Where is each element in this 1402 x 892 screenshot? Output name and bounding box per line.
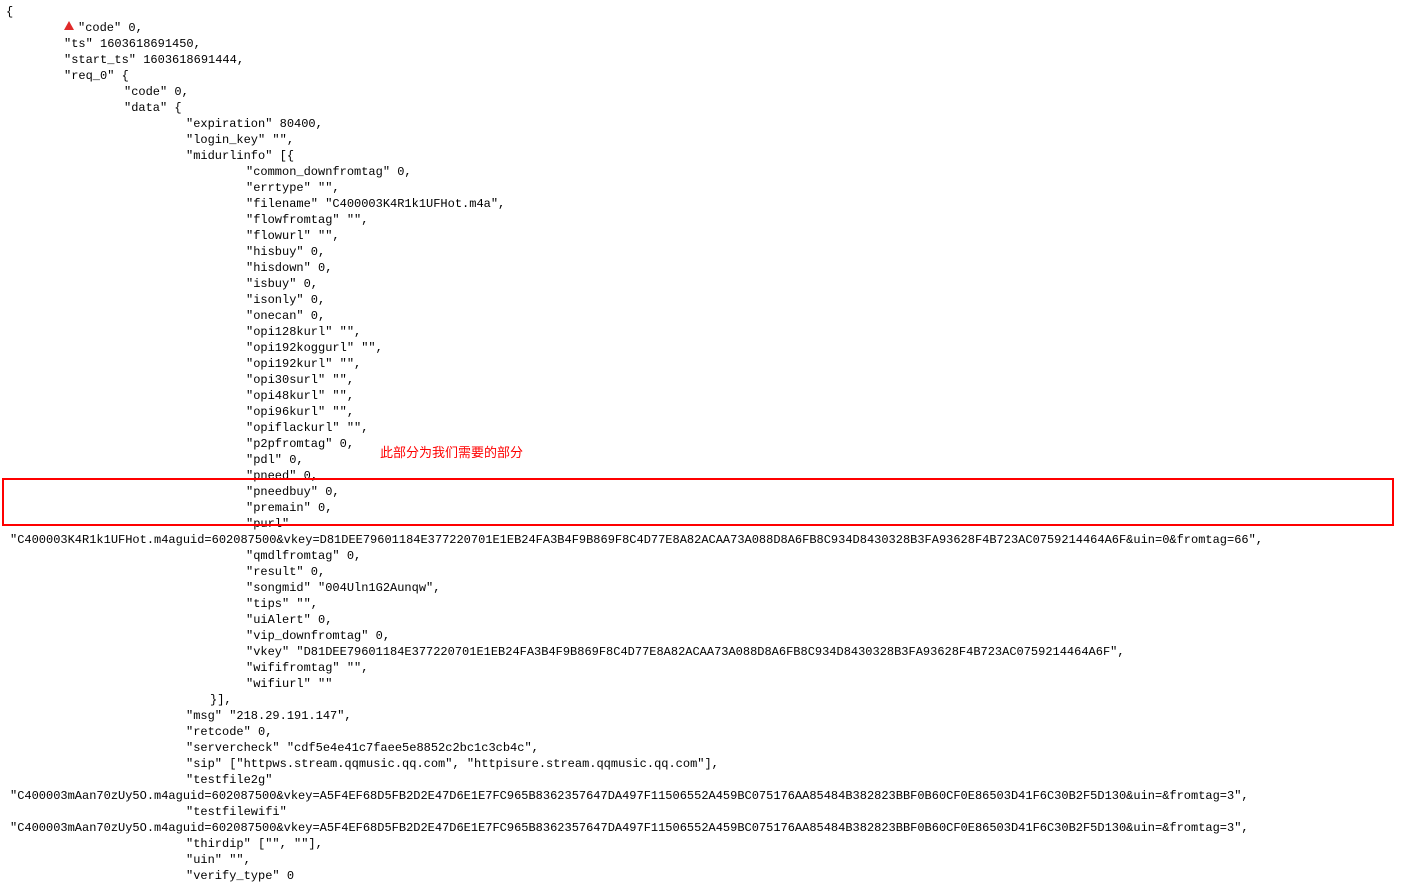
code-line: "isbuy" 0, xyxy=(6,276,1402,292)
code-line: "opi48kurl" "", xyxy=(6,388,1402,404)
code-line: "wifiurl" "" xyxy=(6,676,1402,692)
code-line: "uin" "", xyxy=(6,852,1402,868)
code-line: "vkey" "D81DEE79601184E377220701E1EB24FA… xyxy=(6,644,1402,660)
code-line: "pdl" 0, xyxy=(6,452,1402,468)
code-line: "pneed" 0, xyxy=(6,468,1402,484)
code-line-purl-value: "C400003K4R1k1UFHot.m4aguid=602087500&vk… xyxy=(6,532,1402,548)
code-line: "login_key" "", xyxy=(6,132,1402,148)
code-line: "msg" "218.29.191.147", xyxy=(6,708,1402,724)
annotation-text: 此部分为我们需要的部分 xyxy=(380,445,523,461)
code-line: "C400003mAan70zUy5O.m4aguid=602087500&vk… xyxy=(6,788,1402,804)
code-line: "isonly" 0, xyxy=(6,292,1402,308)
warning-icon xyxy=(64,21,74,30)
code-line: "ts" 1603618691450, xyxy=(6,36,1402,52)
code-line: "thirdip" ["", ""], xyxy=(6,836,1402,852)
code-line: "data" { xyxy=(6,100,1402,116)
code-line: "servercheck" "cdf5e4e41c7faee5e8852c2bc… xyxy=(6,740,1402,756)
code-line: "opiflackurl" "", xyxy=(6,420,1402,436)
code-line: "opi192koggurl" "", xyxy=(6,340,1402,356)
code-line: "req_0" { xyxy=(6,68,1402,84)
code-line: "verify_type" 0 xyxy=(6,868,1402,884)
code-line: "flowurl" "", xyxy=(6,228,1402,244)
code-line: "opi30surl" "", xyxy=(6,372,1402,388)
code-line: "tips" "", xyxy=(6,596,1402,612)
code-line: "errtype" "", xyxy=(6,180,1402,196)
code-line: "opi192kurl" "", xyxy=(6,356,1402,372)
code-line: "hisdown" 0, xyxy=(6,260,1402,276)
code-text: "code" 0, xyxy=(78,21,143,35)
code-line: "opi128kurl" "", xyxy=(6,324,1402,340)
code-line: { xyxy=(6,4,1402,20)
code-line: }], xyxy=(6,692,1402,708)
code-line: "premain" 0, xyxy=(6,500,1402,516)
json-viewer: { "code" 0, "ts" 1603618691450, "start_t… xyxy=(0,0,1402,892)
code-line: "onecan" 0, xyxy=(6,308,1402,324)
code-line: "uiAlert" 0, xyxy=(6,612,1402,628)
code-line: "common_downfromtag" 0, xyxy=(6,164,1402,180)
code-line: "flowfromtag" "", xyxy=(6,212,1402,228)
code-line: "vip_downfromtag" 0, xyxy=(6,628,1402,644)
code-line: "opi96kurl" "", xyxy=(6,404,1402,420)
code-line: "songmid" "004Uln1G2Aunqw", xyxy=(6,580,1402,596)
code-line: "C400003mAan70zUy5O.m4aguid=602087500&vk… xyxy=(6,820,1402,836)
code-line: "pneedbuy" 0, xyxy=(6,484,1402,500)
code-line: "testfilewifi" xyxy=(6,804,1402,820)
code-line: "p2pfromtag" 0, xyxy=(6,436,1402,452)
code-line: "result" 0, xyxy=(6,564,1402,580)
code-line: "code" 0, xyxy=(6,84,1402,100)
code-line: "retcode" 0, xyxy=(6,724,1402,740)
code-line: "expiration" 80400, xyxy=(6,116,1402,132)
code-line-purl-key: "purl" xyxy=(6,516,1402,532)
code-line: "qmdlfromtag" 0, xyxy=(6,548,1402,564)
code-line: "testfile2g" xyxy=(6,772,1402,788)
code-line: "start_ts" 1603618691444, xyxy=(6,52,1402,68)
code-line: "sip" ["httpws.stream.qqmusic.qq.com", "… xyxy=(6,756,1402,772)
code-line: "midurlinfo" [{ xyxy=(6,148,1402,164)
code-line: "wififromtag" "", xyxy=(6,660,1402,676)
code-line: "filename" "C400003K4R1k1UFHot.m4a", xyxy=(6,196,1402,212)
code-line: "code" 0, xyxy=(6,20,1402,36)
code-line: "hisbuy" 0, xyxy=(6,244,1402,260)
